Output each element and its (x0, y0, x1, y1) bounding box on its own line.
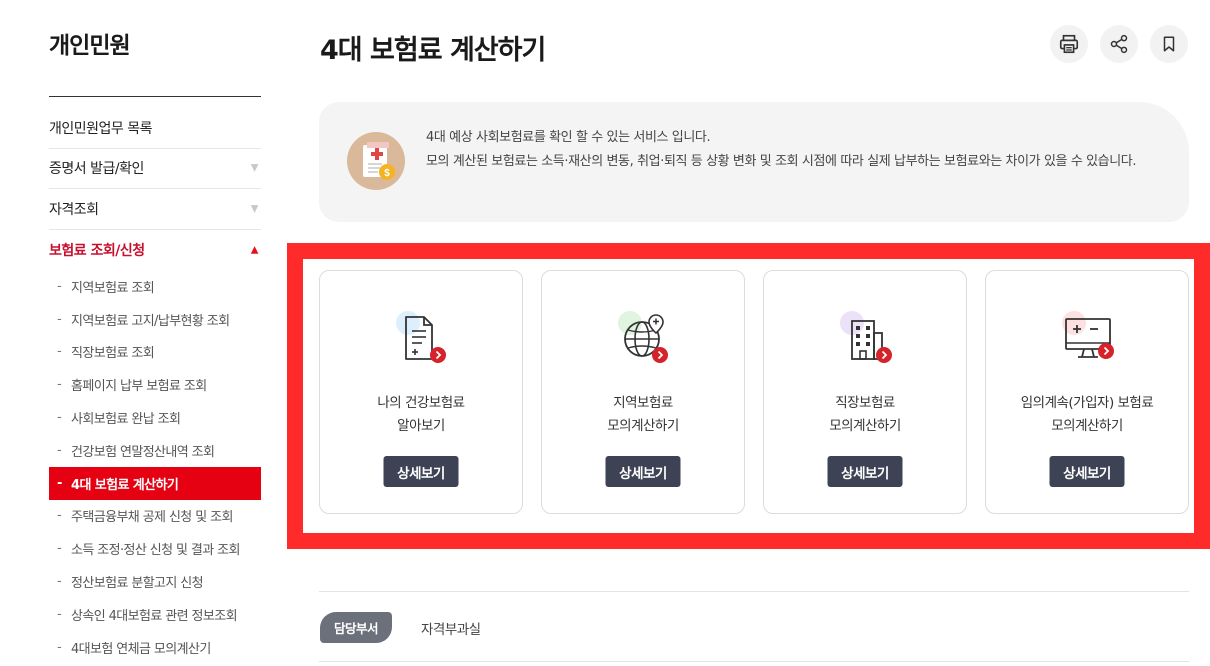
submenu-item-label: 4대 보험료 계산하기 (71, 477, 179, 493)
submenu-item[interactable]: - 지역보험료 조회 (49, 270, 261, 303)
dash-icon: - (57, 574, 62, 590)
document-plus-icon (394, 309, 454, 369)
detail-button[interactable]: 상세보기 (605, 456, 681, 487)
info-line-2: 모의 계산된 보험료는 소득·재산의 변동, 취업·퇴직 등 상황 변화 및 조… (426, 154, 1137, 169)
insurance-document-icon: $ (347, 132, 405, 190)
sidebar-submenu: - 지역보험료 조회 - 지역보험료 고지/납부현황 조회 - 직장보험료 조회 -홈… (49, 270, 261, 664)
info-line-1: 4대 예상 사회보험료를 확인 할 수 있는 서비스 입니다. (426, 130, 711, 145)
detail-button[interactable]: 상세보기 (383, 456, 459, 487)
dash-icon: - (57, 606, 62, 622)
share-button[interactable] (1100, 25, 1138, 63)
dash-icon: - (57, 377, 62, 393)
dash-icon: - (57, 442, 62, 458)
card-label-line: 지역보험료 (613, 395, 673, 411)
submenu-item-label: 건강보험 연말정산내역 조회 (71, 444, 215, 460)
submenu-item[interactable]: - 홈페이지 납부 보험료 조회 (49, 368, 261, 401)
submenu-item-label: 정산보험료 분할고지 신청 (71, 576, 204, 592)
submenu-item[interactable]: - 주택금융부채 공제 신청 및 조회 (49, 500, 261, 533)
department-tab: 담당부서 (320, 612, 393, 643)
submenu-item-label: 직장보험료 조회 (71, 346, 155, 362)
sidebar-item-label: 자격조회 (49, 201, 99, 218)
sidebar-item-certificate[interactable]: 증명서 발급/확인 ▼ (49, 149, 261, 189)
sidebar: 개인민원 개인민원업무 목록 증명서 발급/확인 ▼ 자격조회 ▼ 보험료 조회… (49, 0, 261, 666)
dash-icon: - (57, 278, 62, 294)
submenu-item-label: 주택금융부채 공제 신청 및 조회 (71, 510, 233, 526)
chevron-down-icon: ▼ (250, 162, 259, 174)
info-text: 4대 예상 사회보험료를 확인 할 수 있는 서비스 입니다. 모의 계산된 보… (426, 126, 1166, 174)
section-divider (319, 591, 1189, 592)
sidebar-item-qualification[interactable]: 자격조회 ▼ (49, 189, 261, 230)
chevron-down-icon: ▼ (250, 203, 259, 215)
detail-button[interactable]: 상세보기 (1049, 456, 1125, 487)
department-name: 자격부과실 (421, 622, 481, 638)
card-label-line: 나의 건강보험료 (377, 395, 465, 411)
building-icon (838, 309, 898, 369)
card-workplace-premium[interactable]: 직장보험료 모의계산하기 상세보기 (763, 270, 967, 514)
dash-icon: - (57, 541, 62, 557)
card-label: 지역보험료 모의계산하기 (542, 392, 744, 438)
info-box: $ 4대 예상 사회보험료를 확인 할 수 있는 서비스 입니다. 모의 계산된… (319, 102, 1189, 222)
card-voluntary-premium[interactable]: 임의계속(가입자) 보험료 모의계산하기 상세보기 (985, 270, 1189, 514)
submenu-item[interactable]: - 소득 조정·정산 신청 및 결과 조회 (49, 532, 261, 565)
submenu-item-label: 지역보험료 고지/납부현황 조회 (71, 313, 230, 329)
sidebar-item-premium[interactable]: 보험료 조회/신청 ▲ (49, 230, 261, 271)
bookmark-button[interactable] (1150, 25, 1188, 63)
submenu-item[interactable]: - 상속인 4대보험료 관련 정보조회 (49, 598, 261, 631)
submenu-item[interactable]: - 정산보험료 분할고지 신청 (49, 565, 261, 598)
dash-icon: - (57, 311, 62, 327)
submenu-item[interactable]: - 사회보험료 완납 조회 (49, 401, 261, 434)
submenu-item[interactable]: - 지역보험료 고지/납부현황 조회 (49, 303, 261, 336)
card-label-line: 모의계산하기 (607, 418, 679, 434)
dash-icon: - (57, 639, 62, 655)
dash-icon: - (57, 475, 62, 491)
card-label-line: 알아보기 (397, 418, 445, 434)
sidebar-item-label: 증명서 발급/확인 (49, 161, 144, 178)
dash-icon: - (57, 344, 62, 360)
card-label: 임의계속(가입자) 보험료 모의계산하기 (986, 392, 1188, 438)
submenu-item-label: 홈페이지 납부 보험료 조회 (71, 379, 207, 395)
chevron-up-icon: ▲ (250, 244, 259, 256)
submenu-item[interactable]: - 건강보험 연말정산내역 조회 (49, 434, 261, 467)
section-divider (319, 661, 1189, 662)
card-regional-premium[interactable]: 지역보험료 모의계산하기 상세보기 (541, 270, 745, 514)
card-label: 직장보험료 모의계산하기 (764, 392, 966, 438)
dash-icon: - (57, 410, 62, 426)
card-label-line: 임의계속(가입자) 보험료 (1020, 395, 1154, 411)
card-label: 나의 건강보험료 알아보기 (320, 392, 522, 438)
sidebar-divider (49, 96, 261, 97)
card-label-line: 직장보험료 (835, 395, 895, 411)
submenu-item-label: 4대보험 연체금 모의계산기 (71, 641, 211, 657)
sidebar-item-label: 보험료 조회/신청 (49, 242, 145, 259)
bookmark-icon (1163, 36, 1175, 52)
print-button[interactable] (1050, 25, 1088, 63)
svg-text:$: $ (384, 168, 390, 179)
share-icon (1110, 34, 1128, 54)
page-title: 4대 보험료 계산하기 (320, 35, 546, 66)
submenu-item-current[interactable]: -4대 보험료 계산하기 (49, 466, 261, 500)
dash-icon: - (57, 508, 62, 524)
card-label-line: 모의계산하기 (829, 418, 901, 434)
submenu-item-label: 사회보험료 완납 조회 (71, 412, 181, 428)
sidebar-item-label: 개인민원업무 목록 (49, 120, 153, 137)
globe-pin-icon (616, 309, 676, 369)
submenu-item[interactable]: - 직장보험료 조회 (49, 336, 261, 369)
sidebar-menu: 개인민원업무 목록 증명서 발급/확인 ▼ 자격조회 ▼ 보험료 조회/신청 ▲… (49, 108, 261, 664)
print-icon (1059, 34, 1079, 54)
calculator-monitor-icon (1060, 309, 1120, 369)
sidebar-item-civil-list[interactable]: 개인민원업무 목록 (49, 108, 261, 149)
card-health-premium[interactable]: 나의 건강보험료 알아보기 상세보기 (319, 270, 523, 514)
detail-button[interactable]: 상세보기 (827, 456, 903, 487)
submenu-item-label: 상속인 4대보험료 관련 정보조회 (71, 608, 238, 624)
card-label-line: 모의계산하기 (1051, 418, 1123, 434)
submenu-item-label: 지역보험료 조회 (71, 280, 155, 296)
sidebar-title: 개인민원 (49, 33, 131, 59)
submenu-item-label: 소득 조정·정산 신청 및 결과 조회 (71, 543, 240, 559)
submenu-item[interactable]: -4대보험 연체금 모의계산기 (49, 631, 261, 664)
